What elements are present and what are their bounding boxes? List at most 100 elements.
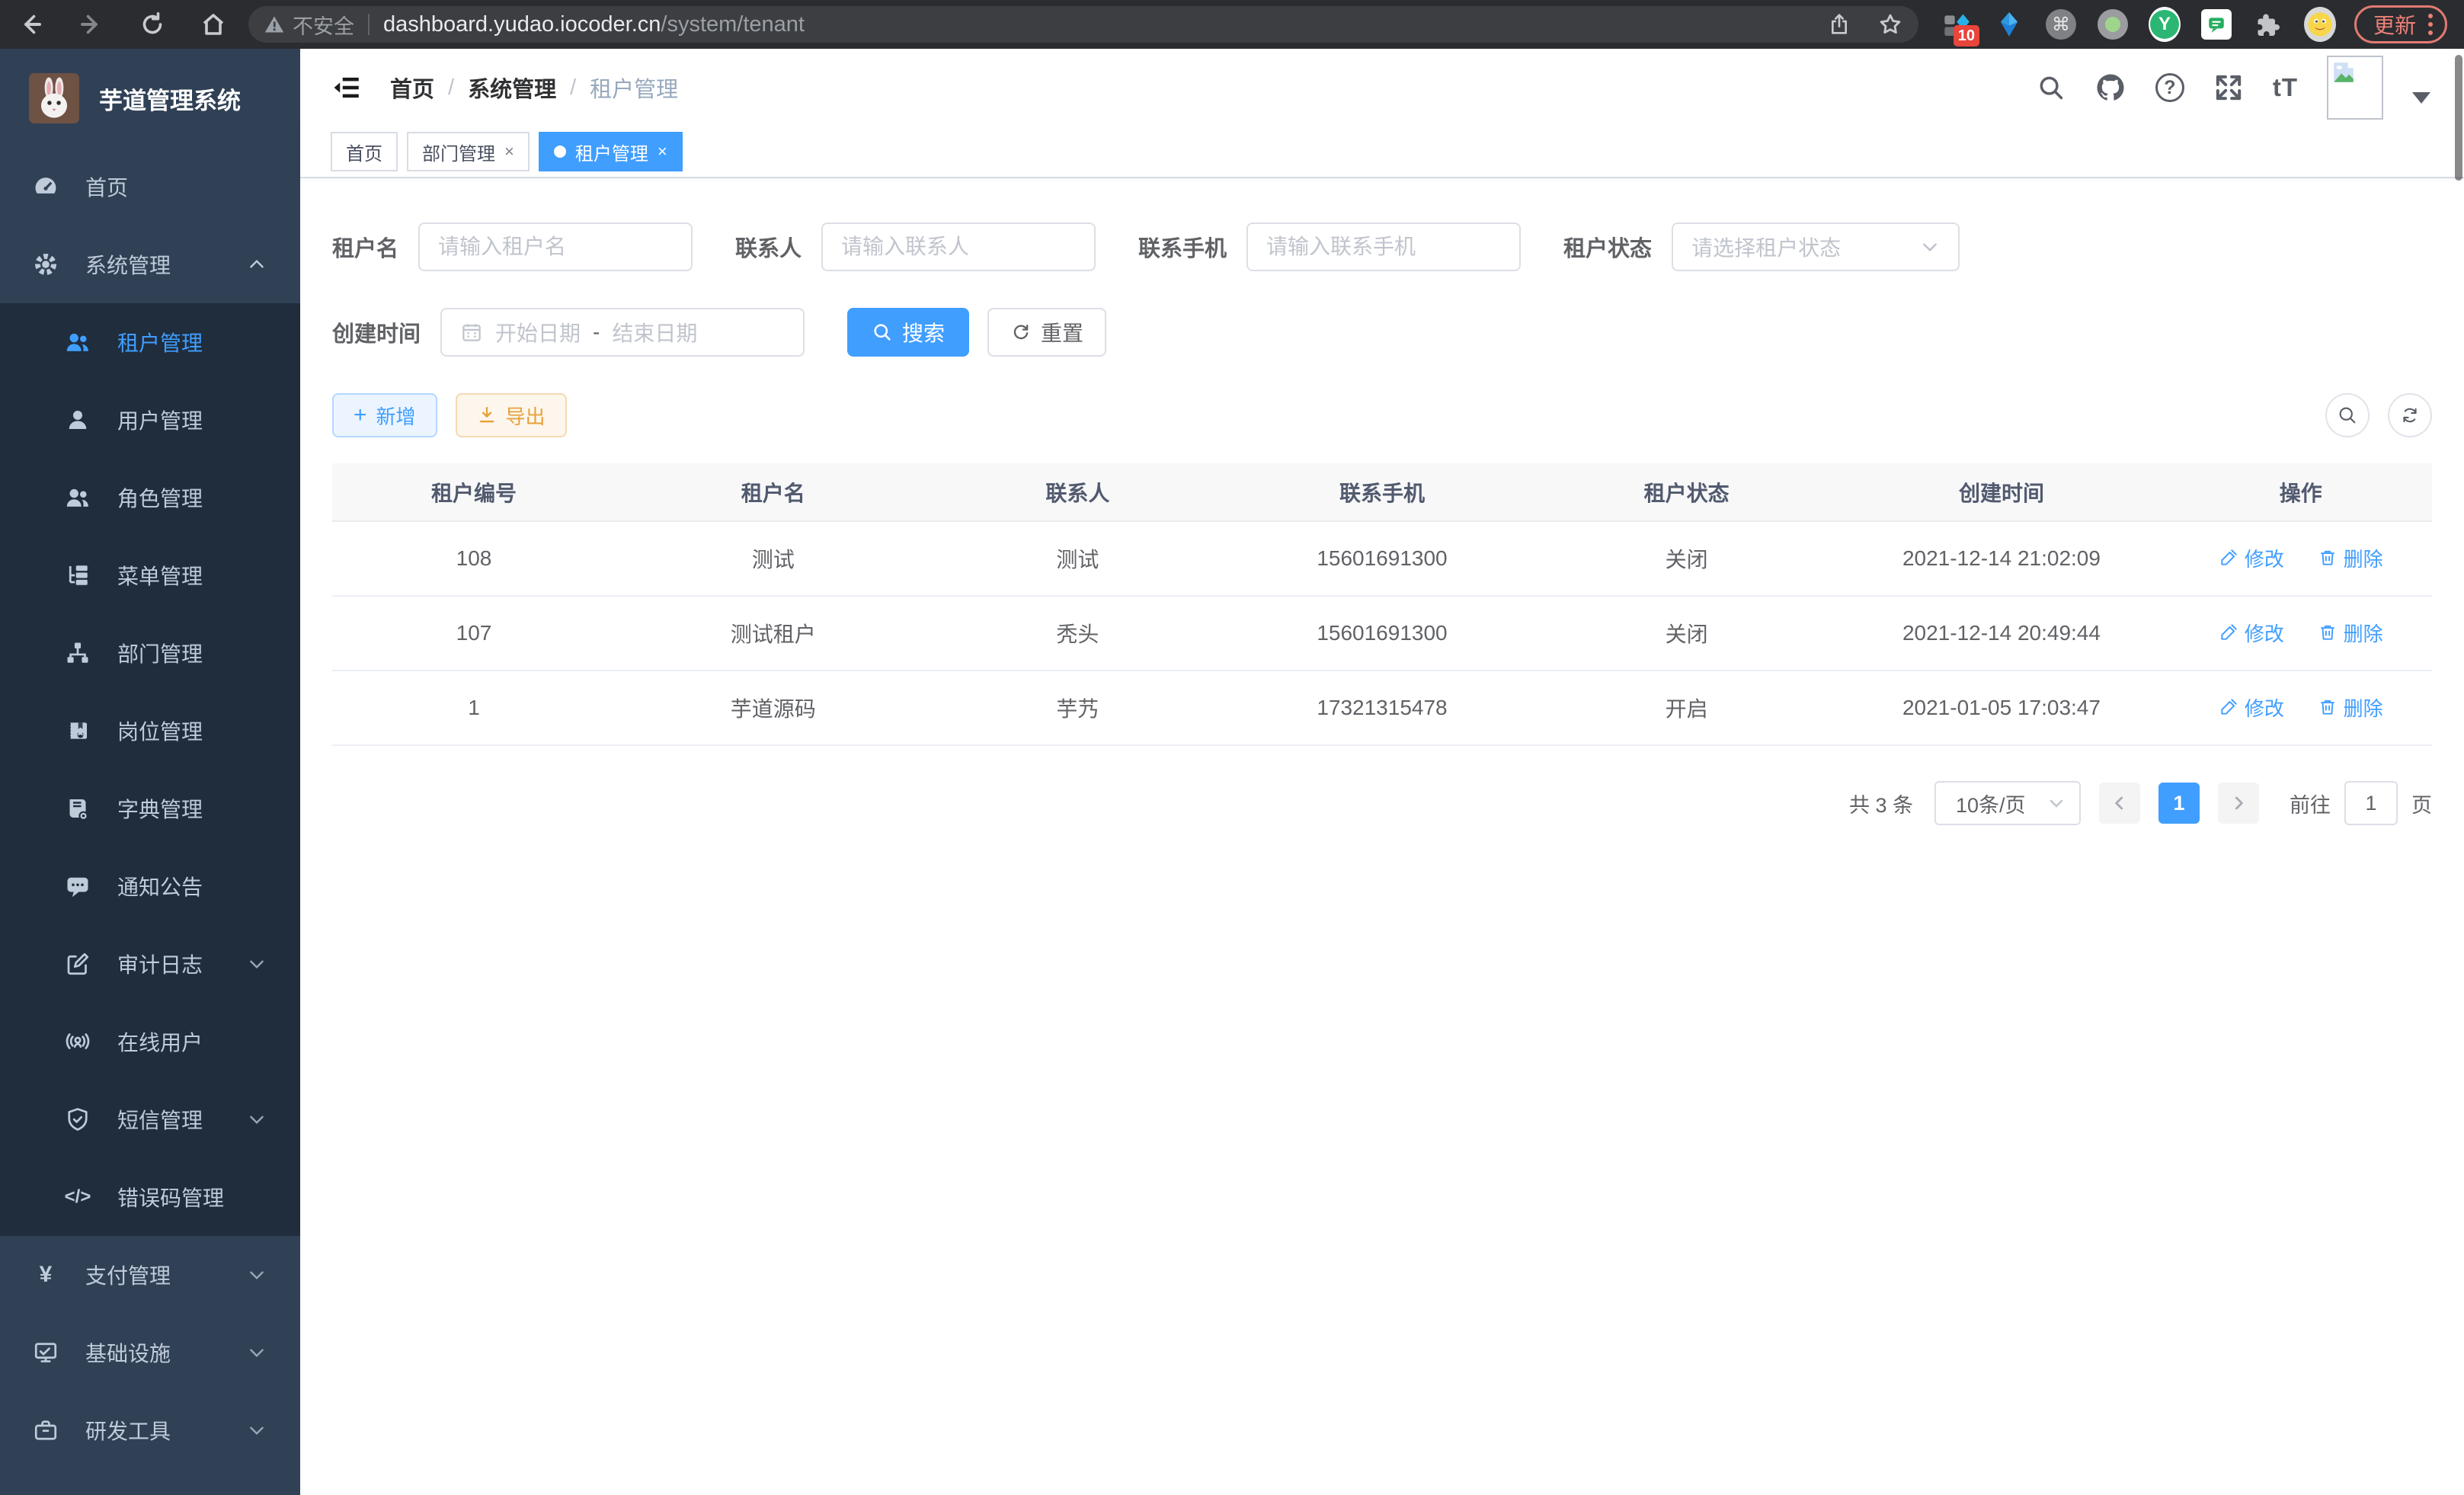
export-button[interactable]: 导出 (456, 393, 567, 437)
sidebar-item-label: 研发工具 (85, 1415, 247, 1445)
edit-link[interactable]: 修改 (2219, 693, 2284, 722)
bookmark-star-icon[interactable] (1877, 11, 1903, 37)
delete-link[interactable]: 删除 (2318, 693, 2383, 722)
help-icon[interactable]: ? (2155, 73, 2184, 102)
browser-toolbar: 不安全 dashboard.yudao.iocoder.cn/system/te… (0, 0, 2464, 49)
edit-icon (2219, 623, 2238, 642)
status-select[interactable]: 请选择租户状态 (1672, 222, 1960, 271)
cell-mobile: 15601691300 (1224, 596, 1539, 671)
sidebar-item-system[interactable]: 系统管理 (0, 226, 300, 303)
sidebar-item-home[interactable]: 首页 (0, 148, 300, 226)
browser-forward-icon[interactable] (78, 11, 105, 38)
contact-input[interactable] (841, 235, 1076, 259)
avatar[interactable] (2327, 56, 2383, 120)
sidebar-item-tenant[interactable]: 租户管理 (0, 303, 300, 381)
chevron-down-icon (1920, 237, 1940, 257)
sidebar-item-payment[interactable]: ¥ 支付管理 (0, 1236, 300, 1314)
security-status[interactable]: 不安全 (264, 10, 354, 40)
search-icon (872, 322, 893, 343)
breadcrumb-system[interactable]: 系统管理 (468, 72, 556, 104)
sidebar-item-notice[interactable]: 通知公告 (0, 847, 300, 925)
search-button[interactable]: 搜索 (847, 308, 969, 357)
page-size-value: 10条/页 (1956, 789, 2026, 818)
sidebar-item-dev-tools[interactable]: 研发工具 (0, 1391, 300, 1469)
sidebar-item-infrastructure[interactable]: 基础设施 (0, 1314, 300, 1391)
dashboard-icon (30, 171, 61, 202)
sidebar-item-online-users[interactable]: 在线用户 (0, 1003, 300, 1080)
sidebar-item-user[interactable]: 用户管理 (0, 381, 300, 459)
extension-y-icon[interactable]: Y (2149, 8, 2181, 40)
extension-dot-icon[interactable] (2097, 8, 2129, 40)
extension-command-icon[interactable]: ⌘ (2045, 8, 2077, 40)
profile-avatar-icon[interactable] (2304, 8, 2336, 40)
chevron-down-icon (247, 1343, 267, 1362)
cell-tenant-id: 1 (332, 671, 616, 745)
sidebar-item-sms[interactable]: 短信管理 (0, 1080, 300, 1158)
extension-chat-icon[interactable] (2200, 8, 2232, 40)
tab-dept[interactable]: 部门管理 × (407, 132, 530, 171)
goto-page-input[interactable] (2344, 781, 2398, 825)
reset-button[interactable]: 重置 (987, 308, 1106, 357)
mobile-input[interactable] (1266, 235, 1501, 259)
date-range-picker[interactable]: 开始日期 - 结束日期 (440, 308, 805, 357)
sidebar-item-dept[interactable]: 部门管理 (0, 614, 300, 692)
prev-page-button[interactable] (2099, 783, 2140, 824)
browser-update-button[interactable]: 更新 (2354, 5, 2447, 43)
sidebar-toggle-icon[interactable] (331, 72, 363, 104)
app-logo[interactable]: 芋道管理系统 (0, 49, 300, 148)
sidebar-item-menu[interactable]: 菜单管理 (0, 536, 300, 614)
delete-link[interactable]: 删除 (2318, 544, 2383, 572)
browser-menu-icon[interactable] (2428, 14, 2433, 35)
scrollbar-thumb[interactable] (2455, 55, 2462, 181)
share-icon[interactable] (1827, 12, 1851, 37)
refresh-table-button[interactable] (2388, 393, 2432, 437)
tab-home[interactable]: 首页 (331, 132, 398, 171)
sidebar-item-dict[interactable]: 字典管理 (0, 770, 300, 847)
breadcrumb-home[interactable]: 首页 (390, 72, 434, 104)
github-icon[interactable] (2094, 72, 2126, 104)
next-page-button[interactable] (2218, 783, 2259, 824)
tab-close-icon[interactable]: × (504, 142, 514, 162)
sidebar-item-error-code[interactable]: </> 错误码管理 (0, 1158, 300, 1236)
edit-link[interactable]: 修改 (2219, 619, 2284, 647)
breadcrumb-current: 租户管理 (590, 72, 678, 104)
contact-label: 联系人 (735, 231, 802, 263)
tab-tenant[interactable]: 租户管理 × (539, 132, 683, 171)
column-header: 创建时间 (1833, 463, 2169, 521)
table-row: 1 芋道源码 芋艿 17321315478 开启 2021-01-05 17:0… (332, 671, 2432, 745)
tenant-name-input[interactable] (438, 235, 673, 259)
font-size-icon[interactable]: tT (2273, 73, 2298, 102)
extensions-puzzle-icon[interactable] (2252, 8, 2284, 40)
breadcrumb-separator: / (448, 75, 454, 101)
add-button[interactable]: + 新增 (332, 393, 437, 437)
status-placeholder: 请选择租户状态 (1691, 232, 1841, 262)
chevron-down-icon (247, 1109, 267, 1129)
sidebar-item-post[interactable]: 岗位管理 (0, 692, 300, 770)
browser-reload-icon[interactable] (139, 11, 166, 38)
column-header: 联系人 (930, 463, 1224, 521)
sidebar-item-role[interactable]: 角色管理 (0, 459, 300, 536)
start-date-placeholder: 开始日期 (495, 317, 581, 347)
delete-link[interactable]: 删除 (2318, 619, 2383, 647)
tenant-table: 租户编号 租户名 联系人 联系手机 租户状态 创建时间 操作 108 测试 (332, 463, 2432, 746)
sidebar-item-label: 首页 (85, 171, 300, 202)
address-bar[interactable]: 不安全 dashboard.yudao.iocoder.cn/system/te… (248, 6, 1918, 43)
browser-back-icon[interactable] (17, 11, 44, 38)
toggle-search-button[interactable] (2325, 393, 2370, 437)
extension-kite-icon[interactable] (1993, 8, 2025, 40)
tab-close-icon[interactable]: × (658, 142, 667, 162)
header-search-icon[interactable] (2037, 73, 2066, 102)
avatar-caret-icon[interactable] (2412, 92, 2430, 104)
top-navbar: 首页 / 系统管理 / 租户管理 ? (300, 49, 2464, 126)
tab-label: 部门管理 (422, 139, 495, 165)
extension-tabs-icon[interactable]: 10 (1941, 8, 1973, 40)
page-number-active[interactable]: 1 (2158, 783, 2200, 824)
sidebar-item-audit-log[interactable]: 审计日志 (0, 925, 300, 1003)
sidebar-item-label: 短信管理 (117, 1104, 247, 1135)
browser-home-icon[interactable] (200, 11, 227, 38)
fullscreen-icon[interactable] (2213, 72, 2244, 103)
page-size-select[interactable]: 10条/页 (1934, 781, 2081, 825)
edit-link[interactable]: 修改 (2219, 544, 2284, 572)
sidebar-item-label: 支付管理 (85, 1260, 247, 1290)
column-header: 租户状态 (1540, 463, 1834, 521)
